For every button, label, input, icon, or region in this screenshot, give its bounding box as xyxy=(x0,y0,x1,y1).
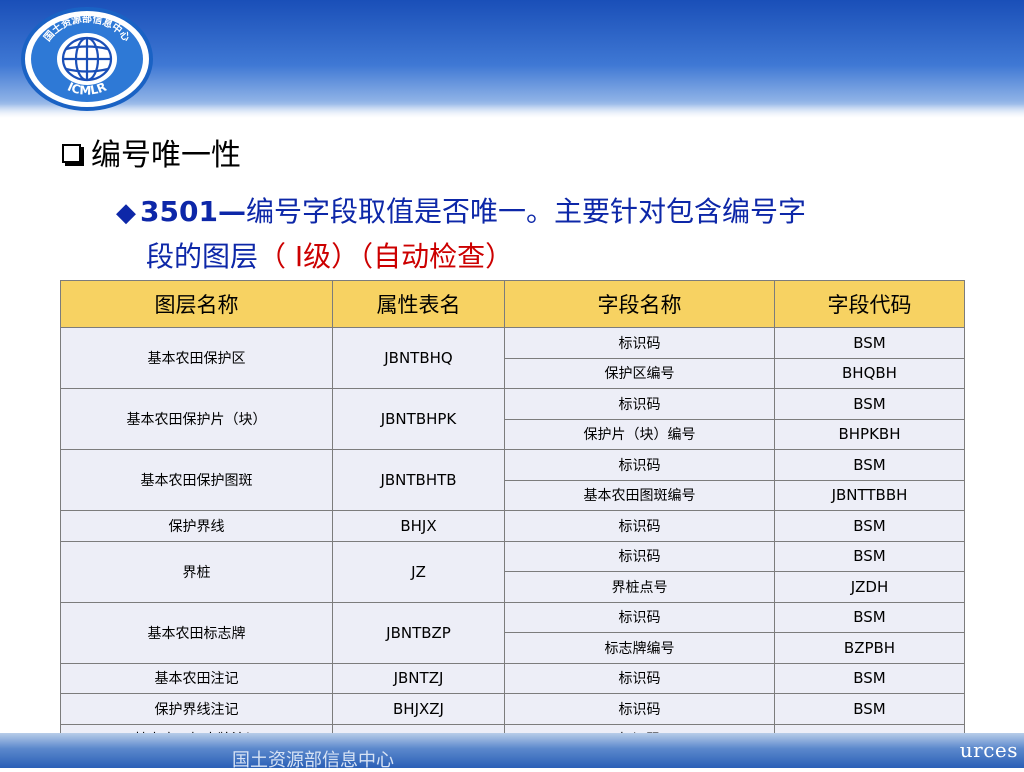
field-name-cell: 标识码 xyxy=(504,601,775,633)
header-field-code: 字段代码 xyxy=(774,280,965,328)
table-header-row: 图层名称 属性表名 字段名称 字段代码 xyxy=(60,280,965,328)
icmlr-logo: 国土资源部信息中心 ICMLR xyxy=(21,7,153,111)
table-name-cell: JBNTBHQ xyxy=(332,327,505,389)
header-layer-name: 图层名称 xyxy=(60,280,333,328)
table-row: 界桩 JZ 标识码 BSM xyxy=(60,540,965,603)
layer-name-cell: 保护界线注记 xyxy=(60,693,333,725)
footer-right-text: urces xyxy=(959,738,1018,762)
heading-text: 编号唯一性 xyxy=(91,138,241,173)
field-code-cell: BZPBH xyxy=(774,632,965,664)
table-row: 保护界线注记 BHJXZJ 标识码 BSM xyxy=(60,693,965,725)
field-name-cell: 标识码 xyxy=(504,388,775,420)
field-name-cell: 标识码 xyxy=(504,540,775,572)
field-code-cell: BSM xyxy=(774,449,965,481)
field-name-cell: 界桩点号 xyxy=(504,571,775,603)
table-name-cell: JBNTZJ xyxy=(332,662,505,694)
field-code-cell: BSM xyxy=(774,510,965,542)
field-code-cell: JBNTTBBH xyxy=(774,479,965,511)
table-row: 基本农田注记 JBNTZJ 标识码 BSM xyxy=(60,662,965,694)
footer-left-text: 国土资源部信息中心 xyxy=(232,750,394,771)
field-name-cell: 标识码 xyxy=(504,449,775,481)
rule-number: 3501 xyxy=(140,195,218,228)
header-table-name: 属性表名 xyxy=(332,280,505,328)
field-code-cell: JZDH xyxy=(774,571,965,603)
field-code-cell: BSM xyxy=(774,662,965,694)
table-row: 保护界线 BHJX 标识码 BSM xyxy=(60,510,965,542)
field-code-cell: BHQBH xyxy=(774,357,965,389)
field-name-cell: 标志牌编号 xyxy=(504,632,775,664)
layer-name-cell: 保护界线 xyxy=(60,510,333,542)
layer-name-cell: 基本农田保护区 xyxy=(60,327,333,389)
field-name-cell: 标识码 xyxy=(504,693,775,725)
field-code-cell: BSM xyxy=(774,693,965,725)
field-code-cell: BSM xyxy=(774,327,965,359)
table-body: 基本农田保护区 JBNTBHQ 标识码 BSM 保护区编号 BHQBH 基本农田保护片（块）… xyxy=(60,327,965,755)
rule-level: （ Ⅰ级）（自动检查） xyxy=(258,240,514,273)
field-name-cell: 基本农田图斑编号 xyxy=(504,479,775,511)
diamond-icon: ◆ xyxy=(116,198,136,228)
table-name-cell: JZ xyxy=(332,540,505,603)
table-row: 基本农田保护图斑 JBNTBHTB 标识码 BSM xyxy=(60,449,965,511)
table-row: 基本农田保护区 JBNTBHQ 标识码 BSM xyxy=(60,327,965,389)
layer-name-cell: 基本农田保护图斑 xyxy=(60,449,333,511)
table-name-cell: JBNTBHTB xyxy=(332,449,505,511)
table-name-cell: JBNTBHPK xyxy=(332,388,505,450)
table-row: 基本农田标志牌 JBNTBZP 标识码 BSM xyxy=(60,601,965,664)
field-code-cell: BSM xyxy=(774,601,965,633)
check-rule-description: ◆ 3501—编号字段取值是否唯一。主要针对包含编号字 段的图层（ Ⅰ级）（自动检… xyxy=(116,190,956,279)
field-name-cell: 保护区编号 xyxy=(504,357,775,389)
field-name-cell: 标识码 xyxy=(504,510,775,542)
field-code-cell: BSM xyxy=(774,388,965,420)
table-name-cell: JBNTBZP xyxy=(332,601,505,664)
layer-name-cell: 界桩 xyxy=(60,540,333,603)
section-heading: 编号唯一性 xyxy=(62,130,241,174)
rule-text-line2: 段的图层 xyxy=(146,240,259,273)
field-code-cell: BHPKBH xyxy=(774,418,965,450)
table-name-cell: BHJXZJ xyxy=(332,693,505,725)
footer-band xyxy=(0,733,1024,768)
field-name-cell: 保护片（块）编号 xyxy=(504,418,775,450)
table-row: 基本农田保护片（块） JBNTBHPK 标识码 BSM xyxy=(60,388,965,450)
field-name-cell: 标识码 xyxy=(504,662,775,694)
header-field-name: 字段名称 xyxy=(504,280,775,328)
rule-dash: — xyxy=(217,195,246,228)
layer-name-cell: 基本农田保护片（块） xyxy=(60,388,333,450)
table-name-cell: BHJX xyxy=(332,510,505,542)
field-code-cell: BSM xyxy=(774,540,965,572)
field-table: 图层名称 属性表名 字段名称 字段代码 基本农田保护区 JBNTBHQ 标识码 BSM… xyxy=(60,280,965,755)
field-name-cell: 标识码 xyxy=(504,327,775,359)
rule-text-line1: 编号字段取值是否唯一。主要针对包含编号字 xyxy=(245,195,806,228)
layer-name-cell: 基本农田标志牌 xyxy=(60,601,333,664)
checkbox-square-icon xyxy=(62,143,81,163)
layer-name-cell: 基本农田注记 xyxy=(60,662,333,694)
